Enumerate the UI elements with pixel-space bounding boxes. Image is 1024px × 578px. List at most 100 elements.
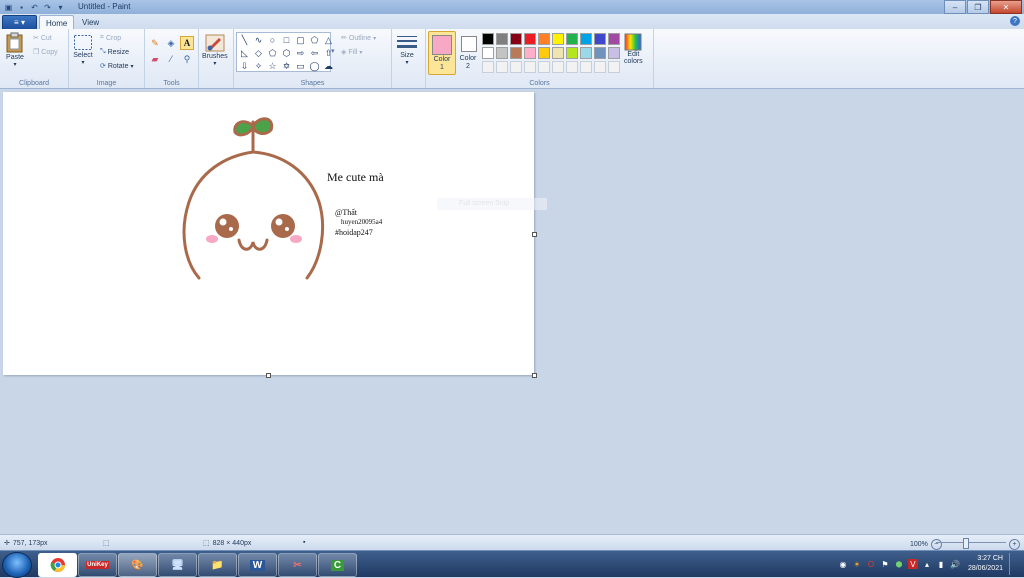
diamond-shape-icon[interactable]: ◇	[252, 47, 265, 59]
zoom-in-icon[interactable]: +	[1009, 539, 1020, 550]
close-button[interactable]: ✕	[990, 0, 1022, 14]
minimize-button[interactable]: –	[944, 0, 966, 14]
palette-swatch[interactable]	[580, 61, 592, 73]
zoom-slider[interactable]	[936, 538, 1006, 549]
crop-button[interactable]: ⌗ Crop	[100, 34, 121, 42]
taskbar-unikey-icon[interactable]: UniKey	[78, 553, 117, 577]
right-triangle-shape-icon[interactable]: ◺	[238, 47, 251, 59]
color2-button[interactable]: Color 2	[456, 31, 480, 73]
customize-qat-icon[interactable]: ▾	[55, 2, 66, 13]
fill-bucket-icon[interactable]: ◈	[164, 36, 178, 50]
taskbar-camtasia-icon[interactable]: C	[318, 553, 357, 577]
taskbar-snipping-icon[interactable]: ✂	[278, 553, 317, 577]
palette-swatch[interactable]	[580, 47, 592, 59]
polygon-shape-icon[interactable]: ⬠	[308, 34, 321, 46]
select-button[interactable]: Select ▾	[73, 34, 93, 66]
tab-home[interactable]: Home	[39, 15, 75, 30]
tray-unikey-icon[interactable]: V	[907, 559, 918, 569]
canvas-right-handle[interactable]	[532, 232, 537, 237]
cut-button[interactable]: ✂ Cut	[33, 34, 52, 43]
fill-button[interactable]: ◈ Fill ▾	[341, 48, 362, 57]
outline-button[interactable]: ✏ Outline ▾	[341, 34, 376, 43]
triangle-shape-icon[interactable]: △	[322, 34, 335, 46]
drawing-canvas[interactable]: Me cute mà @Thất huyen20095a4 #hoidap247…	[3, 92, 547, 378]
six-point-star-icon[interactable]: ✡	[280, 60, 293, 72]
paste-button[interactable]: Paste ▾	[5, 32, 25, 68]
palette-swatch[interactable]	[510, 33, 522, 45]
palette-swatch[interactable]	[608, 33, 620, 45]
right-arrow-shape-icon[interactable]: ⇨	[294, 47, 307, 59]
tray-volume-icon[interactable]: 🔊	[950, 559, 960, 569]
paint-menu-button[interactable]: ≡ ▾	[2, 15, 37, 30]
zoom-slider-thumb[interactable]	[963, 538, 969, 549]
redo-icon[interactable]: ↷	[42, 2, 53, 13]
palette-swatch[interactable]	[552, 33, 564, 45]
taskbar-explorer-icon[interactable]: 📁	[198, 553, 237, 577]
palette-swatch[interactable]	[496, 61, 508, 73]
pencil-icon[interactable]: ✎	[148, 36, 162, 50]
tray-opera-icon[interactable]: O	[866, 559, 876, 569]
palette-swatch[interactable]	[496, 33, 508, 45]
five-point-star-icon[interactable]: ☆	[266, 60, 279, 72]
hexagon-shape-icon[interactable]: ⬡	[280, 47, 293, 59]
palette-swatch[interactable]	[538, 47, 550, 59]
taskbar-word-icon[interactable]: W	[238, 553, 277, 577]
taskbar-paint-icon[interactable]: 🎨	[118, 553, 157, 577]
help-icon[interactable]: ?	[1010, 16, 1020, 26]
tray-signal-icon[interactable]: ▮	[936, 559, 946, 569]
palette-swatch[interactable]	[496, 47, 508, 59]
palette-swatch[interactable]	[594, 33, 606, 45]
zoom-out-icon[interactable]: −	[930, 539, 942, 550]
palette-swatch[interactable]	[482, 47, 494, 59]
palette-swatch[interactable]	[566, 47, 578, 59]
text-tool-icon[interactable]: A	[180, 36, 194, 50]
save-icon[interactable]: ▪	[16, 2, 27, 13]
edit-colors-button[interactable]: Edit colors	[624, 33, 643, 65]
palette-swatch[interactable]	[538, 61, 550, 73]
color1-button[interactable]: Color 1	[428, 31, 456, 75]
paste-dropdown-icon[interactable]: ▾	[13, 61, 16, 68]
palette-swatch[interactable]	[510, 61, 522, 73]
curve-shape-icon[interactable]: ∿	[252, 34, 265, 46]
palette-swatch[interactable]	[580, 33, 592, 45]
palette-swatch[interactable]	[482, 61, 494, 73]
brushes-button[interactable]: Brushes ▾	[202, 33, 228, 67]
palette-swatch[interactable]	[594, 61, 606, 73]
select-dropdown-icon[interactable]: ▾	[81, 59, 84, 66]
rounded-rect-shape-icon[interactable]: ▢	[294, 34, 307, 46]
palette-swatch[interactable]	[482, 33, 494, 45]
zoom-in-button[interactable]: +	[1009, 539, 1020, 550]
palette-swatch[interactable]	[552, 47, 564, 59]
palette-swatch[interactable]	[566, 61, 578, 73]
tray-security-icon[interactable]: ⬢	[894, 559, 904, 569]
rectangle-shape-icon[interactable]: □	[280, 34, 293, 46]
shapes-more-icon[interactable]: ▾	[331, 47, 335, 55]
oval-shape-icon[interactable]: ○	[266, 34, 279, 46]
canvas-corner-handle[interactable]	[532, 373, 537, 378]
palette-swatch[interactable]	[608, 47, 620, 59]
size-button[interactable]: Size ▾	[396, 34, 418, 66]
palette-swatch[interactable]	[510, 47, 522, 59]
eraser-icon[interactable]: ▰	[148, 52, 162, 66]
four-point-star-icon[interactable]: ✧	[252, 60, 265, 72]
palette-swatch[interactable]	[552, 61, 564, 73]
palette-swatch[interactable]	[608, 61, 620, 73]
taskbar-chrome-icon[interactable]	[38, 553, 77, 577]
palette-swatch[interactable]	[524, 47, 536, 59]
callout-cloud-icon[interactable]: ☁	[322, 60, 335, 72]
paint-app-icon[interactable]: ▣	[3, 2, 14, 13]
rotate-button[interactable]: ⟳ Rotate ▾	[100, 62, 134, 71]
show-desktop-button[interactable]	[1009, 553, 1018, 575]
tray-flag-icon[interactable]: ⚑	[880, 559, 890, 569]
down-arrow-shape-icon[interactable]: ⇩	[238, 60, 251, 72]
callout-oval-icon[interactable]: ◯	[308, 60, 321, 72]
palette-swatch[interactable]	[566, 33, 578, 45]
callout-rect-icon[interactable]: ▭	[294, 60, 307, 72]
line-shape-icon[interactable]: ╲	[238, 34, 251, 46]
palette-swatch[interactable]	[524, 61, 536, 73]
copy-button[interactable]: ❐ Copy	[33, 48, 58, 57]
undo-icon[interactable]: ↶	[29, 2, 40, 13]
magnifier-icon[interactable]: ⚲	[180, 52, 194, 66]
palette-swatch[interactable]	[538, 33, 550, 45]
palette-swatch[interactable]	[524, 33, 536, 45]
